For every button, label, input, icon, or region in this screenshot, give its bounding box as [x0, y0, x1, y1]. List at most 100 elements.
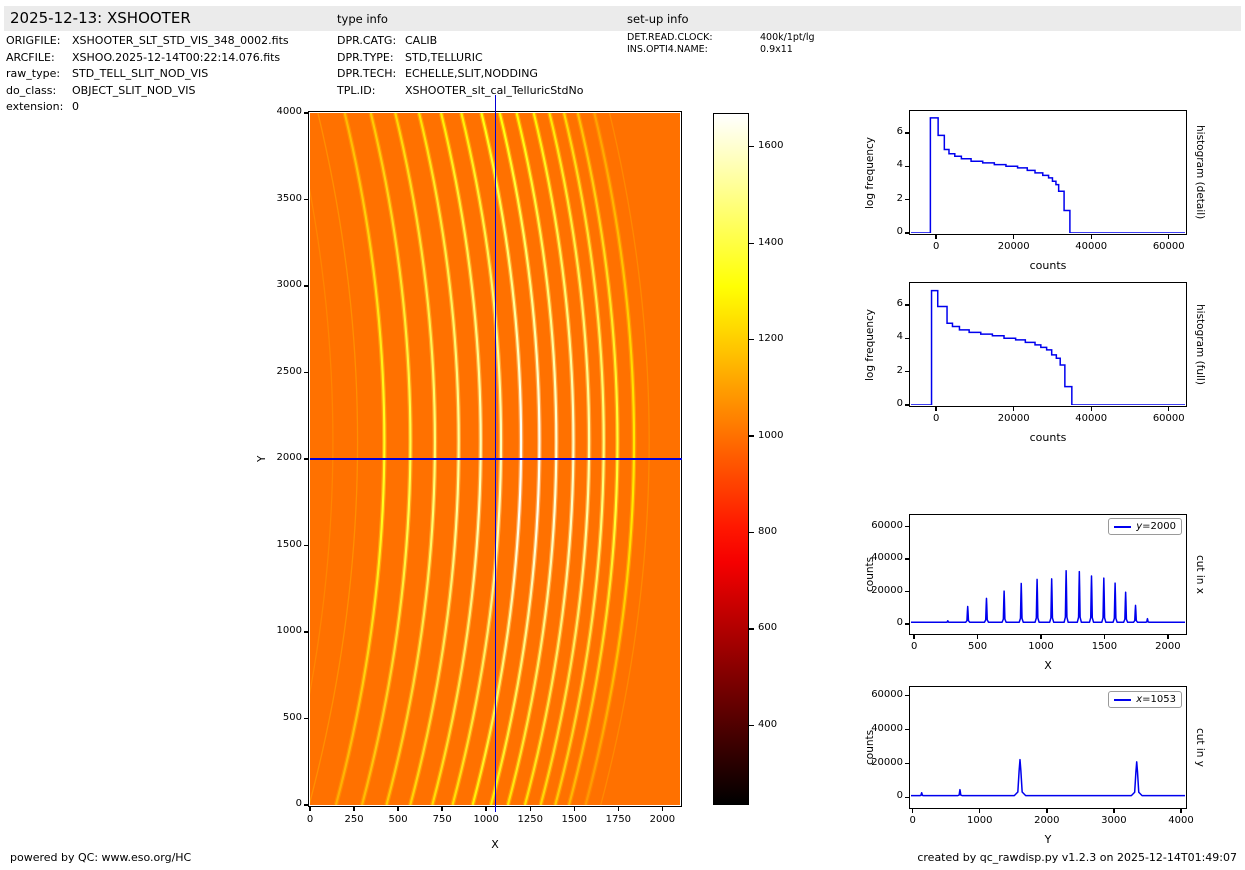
- x-tick-mark: [935, 406, 937, 412]
- x-tick-label: 2000: [1034, 815, 1060, 826]
- type-info-value: CALIB: [405, 34, 438, 47]
- file-info-block: ORIGFILE: XSHOOTER_SLT_STD_VIS_348_0002.f…: [6, 33, 289, 116]
- x-tick-mark: [441, 806, 443, 812]
- y-tick-label: 4: [896, 159, 903, 171]
- crosshair-horizontal-line: [310, 458, 682, 460]
- file-info-value: 0: [72, 100, 79, 114]
- y-tick-mark: [303, 458, 309, 460]
- type-info-value: STD,TELLURIC: [405, 50, 483, 64]
- y-axis-label: log frequency: [864, 308, 876, 381]
- footer-powered-by: powered by QC: www.eso.org/HC: [10, 851, 192, 864]
- y-tick-mark: [904, 590, 910, 593]
- setup-info-label: DET.READ.CLOCK:: [627, 32, 713, 43]
- x-axis-label: counts: [1029, 259, 1067, 272]
- setup-info-title: set-up info: [627, 12, 689, 26]
- footer-created-by: created by qc_rawdisp.py v1.2.3 on 2025-…: [917, 851, 1237, 864]
- setup-info-value: 0.9x11: [760, 44, 793, 55]
- setup-info-label: INS.OPTI4.NAME:: [627, 44, 708, 55]
- x-tick-label: 0: [933, 413, 940, 424]
- x-tick-label: 40000: [1075, 241, 1108, 252]
- x-tick-mark: [1013, 406, 1015, 412]
- x-tick-mark: [976, 634, 979, 640]
- colorbar-tick-label: 800: [758, 526, 778, 538]
- qc-report-page: 2025-12-13: XSHOOTER type info set-up in…: [0, 0, 1245, 870]
- x-tick-mark: [353, 806, 355, 812]
- y-tick-mark: [303, 198, 309, 201]
- legend-cut-y: x =1053: [1108, 691, 1182, 708]
- y-tick-mark: [303, 285, 309, 287]
- y-tick-mark: [904, 623, 910, 625]
- y-tick-label: 2: [896, 192, 903, 204]
- colorbar-tick-mark: [749, 531, 754, 534]
- y-tick-label: 0: [896, 226, 903, 237]
- y-tick-mark: [904, 762, 910, 765]
- x-tick-mark: [1046, 808, 1048, 814]
- y-axis-label: counts: [864, 556, 876, 593]
- y-tick-mark: [904, 304, 910, 306]
- type-info-label: DPR.TECH:: [337, 67, 397, 81]
- colorbar-tick-label: 1200: [758, 333, 784, 345]
- colorbar-tick-label: 400: [758, 718, 778, 730]
- colorbar-tick-mark: [749, 242, 754, 244]
- x-tick-mark: [309, 806, 311, 812]
- y-tick-label: 20000: [871, 584, 903, 596]
- x-tick-mark: [1168, 234, 1170, 240]
- x-tick-mark: [1113, 808, 1115, 814]
- x-tick-label: 4000: [1168, 815, 1194, 826]
- x-tick-mark: [1090, 406, 1092, 412]
- x-tick-mark: [1168, 406, 1170, 412]
- y-tick-label: 6: [896, 297, 903, 309]
- x-tick-label: 20000: [997, 241, 1030, 252]
- y-tick-mark: [303, 804, 309, 806]
- file-info-row: do_class: OBJECT_SLIT_NOD_VIS: [6, 83, 289, 100]
- legend-value: =2000: [1142, 521, 1176, 532]
- y-axis-label: counts: [864, 729, 876, 766]
- file-info-row: raw_type: STD_TELL_SLIT_NOD_VIS: [6, 66, 289, 83]
- y-tick-label: 20000: [871, 756, 903, 768]
- x-tick-label: 60000: [1152, 241, 1185, 252]
- right-side-label: cut in y: [1194, 727, 1206, 767]
- x-tick-mark: [661, 806, 664, 812]
- x-tick-mark: [1167, 634, 1169, 640]
- x-tick-label: 1000: [967, 815, 993, 826]
- x-tick-mark: [485, 806, 487, 812]
- x-tick-mark: [935, 234, 937, 240]
- x-axis-label: Y: [1044, 833, 1052, 846]
- y-tick-mark: [303, 631, 309, 633]
- file-info-label: raw_type:: [6, 67, 61, 81]
- y-tick-mark: [904, 558, 910, 560]
- type-info-row: DPR.TECH: ECHELLE,SLIT,NODDING: [337, 66, 583, 83]
- file-info-value: STD_TELL_SLIT_NOD_VIS: [72, 67, 209, 81]
- x-tick-label: 40000: [1075, 413, 1108, 424]
- x-tick-label: 2000: [649, 814, 676, 825]
- colorbar-tick-mark: [749, 146, 754, 148]
- x-tick-mark: [979, 808, 981, 814]
- colorbar-tick-label: 1400: [758, 236, 784, 248]
- x-tick-label: 0: [933, 241, 940, 252]
- type-info-title: type info: [337, 12, 388, 26]
- y-tick-mark: [904, 525, 910, 528]
- type-info-row: DPR.TYPE: STD,TELLURIC: [337, 50, 583, 67]
- y-tick-label: 40000: [871, 552, 903, 564]
- file-info-value: XSHOOTER_SLT_STD_VIS_348_0002.fits: [72, 34, 289, 47]
- colorbar: [713, 113, 749, 805]
- x-tick-mark: [911, 808, 914, 814]
- x-tick-mark: [1090, 234, 1092, 240]
- right-side-label: histogram (detail): [1194, 125, 1206, 220]
- x-tick-mark: [1180, 808, 1182, 814]
- y-tick-mark: [904, 694, 910, 697]
- x-tick-mark: [913, 634, 915, 640]
- x-tick-label: 1500: [1091, 641, 1118, 652]
- y-tick-label: 40000: [871, 722, 903, 734]
- y-tick-mark: [904, 728, 910, 731]
- x-tick-mark: [1040, 634, 1042, 640]
- y-tick-mark: [303, 544, 309, 547]
- y-tick-mark: [303, 371, 309, 374]
- y-axis-label: Y: [256, 455, 268, 463]
- colorbar-tick-mark: [749, 435, 754, 437]
- legend-line-sample: [1114, 525, 1132, 528]
- type-info-row: DPR.CATG: CALIB: [337, 33, 583, 50]
- file-info-row: ORIGFILE: XSHOOTER_SLT_STD_VIS_348_0002.f…: [6, 33, 289, 50]
- y-tick-mark: [904, 198, 910, 201]
- x-tick-mark: [397, 806, 399, 812]
